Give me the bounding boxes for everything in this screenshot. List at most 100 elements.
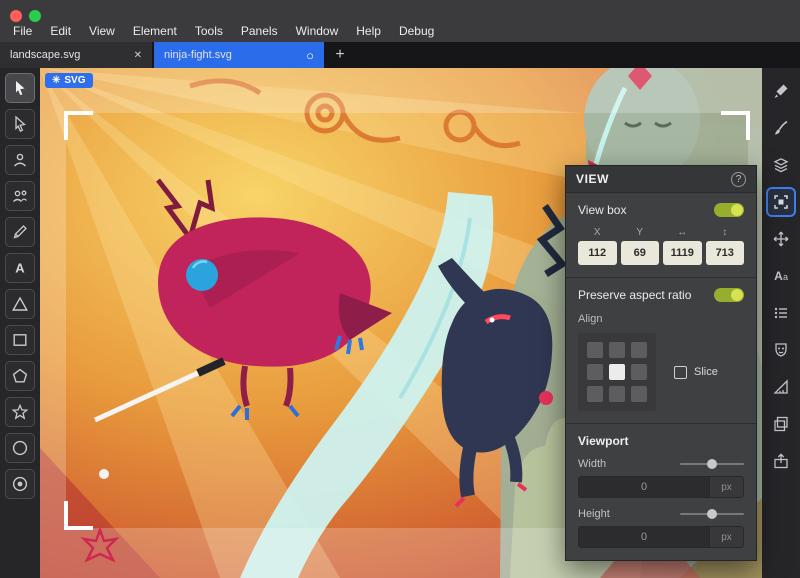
list-icon <box>772 304 790 322</box>
slider-knob[interactable] <box>707 509 717 519</box>
viewport-height-input[interactable]: 0 <box>579 527 709 547</box>
tool-point[interactable] <box>5 145 35 175</box>
viewport-height-slider[interactable] <box>680 513 744 515</box>
viewport-width-unit: px <box>709 477 743 497</box>
align-cell-top-center[interactable] <box>609 342 625 358</box>
tool-transform[interactable] <box>5 73 35 103</box>
preserve-aspect-toggle[interactable] <box>714 288 744 302</box>
tool-pencil[interactable] <box>5 217 35 247</box>
viewbox-label: View box <box>578 203 626 217</box>
triangle-icon <box>11 295 29 313</box>
tab-ninja-fight[interactable]: ninja-fight.svg ○ <box>154 42 324 68</box>
align-cell-mid-right[interactable] <box>631 364 647 380</box>
panel-tab-typography[interactable]: Aa <box>766 261 796 291</box>
tab-modified-icon[interactable]: ○ <box>306 49 314 62</box>
viewbox-x-input[interactable]: 112 <box>578 241 617 265</box>
viewbox-height-label: ↕ <box>706 227 745 238</box>
viewport-width-label: Width <box>578 458 606 470</box>
concentric-circle-icon <box>11 475 29 493</box>
export-icon <box>772 452 790 470</box>
tool-edit[interactable] <box>5 109 35 139</box>
menu-item-tools[interactable]: Tools <box>186 22 232 40</box>
panel-tab-fill[interactable] <box>766 76 796 106</box>
brush-icon <box>772 119 790 137</box>
viewport-height-label: Height <box>578 508 610 520</box>
align-cell-top-right[interactable] <box>631 342 647 358</box>
viewport-title: Viewport <box>578 434 744 448</box>
menu-item-element[interactable]: Element <box>124 22 186 40</box>
align-cell-bottom-right[interactable] <box>631 386 647 402</box>
tool-star[interactable] <box>5 397 35 427</box>
viewport-width-input[interactable]: 0 <box>579 477 709 497</box>
tool-text[interactable]: A <box>5 253 35 283</box>
menu-item-debug[interactable]: Debug <box>390 22 443 40</box>
tool-ellipse[interactable] <box>5 433 35 463</box>
bevel-triangle-icon <box>772 378 790 396</box>
svg-root-badge[interactable]: ✳ SVG <box>45 73 93 88</box>
viewbox-section: View box X 112 Y 69 ↔ 1119 ↕ 713 <box>566 193 756 277</box>
move-arrows-icon <box>772 230 790 248</box>
viewbox-fields: X 112 Y 69 ↔ 1119 ↕ 713 <box>578 227 744 265</box>
panel-tab-defs[interactable] <box>766 372 796 402</box>
menu-item-help[interactable]: Help <box>347 22 390 40</box>
svg-badge-label: SVG <box>64 75 85 86</box>
align-cell-top-left[interactable] <box>587 342 603 358</box>
titlebar: File Edit View Element Tools Panels Wind… <box>0 0 800 42</box>
viewbox-y-input[interactable]: 69 <box>621 241 660 265</box>
slider-knob[interactable] <box>707 459 717 469</box>
star-icon <box>11 403 29 421</box>
panel-tab-stroke[interactable] <box>766 113 796 143</box>
left-toolbar: A <box>0 68 40 578</box>
menu-item-panels[interactable]: Panels <box>232 22 287 40</box>
viewbox-y-label: Y <box>621 227 660 238</box>
tab-close-icon[interactable]: ✕ <box>134 50 142 61</box>
svg-text:A: A <box>15 261 25 276</box>
tool-triangle[interactable] <box>5 289 35 319</box>
viewbox-toggle[interactable] <box>714 203 744 217</box>
viewport-width-slider[interactable] <box>680 463 744 465</box>
new-tab-button[interactable]: + <box>326 42 354 68</box>
panel-tab-view[interactable] <box>766 187 796 217</box>
align-cell-center[interactable] <box>609 364 625 380</box>
panel-tab-compositing[interactable] <box>766 150 796 180</box>
tab-landscape[interactable]: landscape.svg ✕ <box>0 42 152 68</box>
tool-pentagon[interactable] <box>5 361 35 391</box>
menu-item-file[interactable]: File <box>4 22 41 40</box>
panel-tab-masks[interactable] <box>766 335 796 365</box>
panel-tab-pages[interactable] <box>766 409 796 439</box>
close-window-button[interactable] <box>10 10 22 22</box>
panel-tab-objects[interactable] <box>766 298 796 328</box>
viewbox-frame-icon <box>772 193 790 211</box>
toggle-knob <box>731 289 743 301</box>
svg-text:a: a <box>783 272 788 282</box>
menu-item-window[interactable]: Window <box>287 22 348 40</box>
panel-tab-arrangement[interactable] <box>766 224 796 254</box>
tool-group[interactable] <box>5 181 35 211</box>
tab-label: ninja-fight.svg <box>164 49 298 61</box>
typography-icon: Aa <box>772 267 790 285</box>
edit-arrow-icon <box>11 115 29 133</box>
layers-icon <box>772 156 790 174</box>
pencil-icon <box>11 223 29 241</box>
zoom-window-button[interactable] <box>29 10 41 22</box>
tab-bar: landscape.svg ✕ ninja-fight.svg ○ + <box>0 42 800 68</box>
viewbox-width-input[interactable]: 1119 <box>663 241 702 265</box>
tool-spiral[interactable] <box>5 469 35 499</box>
menu-item-edit[interactable]: Edit <box>41 22 80 40</box>
panel-tab-export[interactable] <box>766 446 796 476</box>
view-panel-header: VIEW ? <box>566 166 756 193</box>
help-icon[interactable]: ? <box>731 172 746 187</box>
paint-icon <box>772 82 790 100</box>
person-icon <box>11 151 29 169</box>
align-cell-mid-left[interactable] <box>587 364 603 380</box>
viewbox-height-input[interactable]: 713 <box>706 241 745 265</box>
tool-rectangle[interactable] <box>5 325 35 355</box>
circle-icon <box>11 439 29 457</box>
svg-text:A: A <box>774 269 783 283</box>
slice-checkbox[interactable] <box>674 366 687 379</box>
viewport-height-unit: px <box>709 527 743 547</box>
panel-title: VIEW <box>576 172 731 186</box>
align-cell-bottom-left[interactable] <box>587 386 603 402</box>
menu-item-view[interactable]: View <box>80 22 124 40</box>
align-cell-bottom-center[interactable] <box>609 386 625 402</box>
